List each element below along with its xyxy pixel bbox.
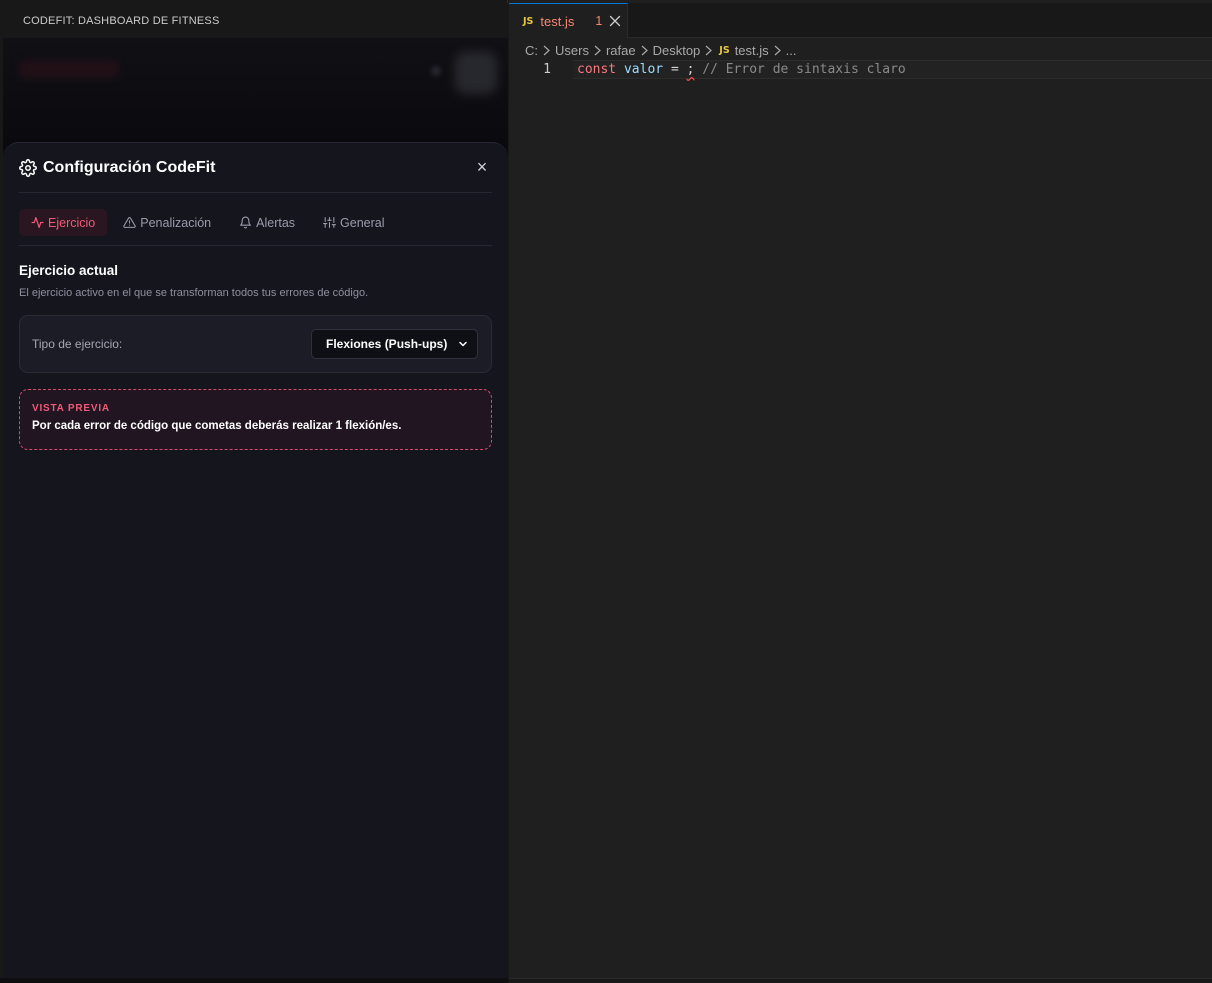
warning-triangle-icon <box>123 216 136 229</box>
bell-icon <box>239 216 252 229</box>
tab-penalizacion[interactable]: Penalización <box>111 209 223 236</box>
tab-label: Ejercicio <box>48 215 96 230</box>
tab-label: General <box>340 215 385 230</box>
code-variable: valor <box>623 62 664 77</box>
settings-modal: Configuración CodeFit × Ejercicio Penali… <box>3 142 508 978</box>
breadcrumb-more[interactable]: ... <box>786 43 797 58</box>
exercise-type-select[interactable]: Flexiones (Push-ups) <box>311 329 478 359</box>
section-title: Ejercicio actual <box>19 263 119 278</box>
settings-tabs: Ejercicio Penalización Alertas General <box>19 209 492 246</box>
codefit-panel: CODEFIT: DASHBOARD DE FITNESS Configurac… <box>0 0 508 983</box>
chevron-right-icon <box>704 45 713 56</box>
tab-general[interactable]: General <box>311 209 396 236</box>
editor-bottom-strip <box>509 978 1212 983</box>
blurred-dashboard-header <box>3 38 508 148</box>
editor-tab-filename: test.js <box>540 13 575 29</box>
tab-label: Penalización <box>140 215 212 230</box>
blurred-logo <box>19 60 119 78</box>
exercise-type-card: Tipo de ejercicio: Flexiones (Push-ups) <box>19 315 492 373</box>
breadcrumb-file[interactable]: test.js <box>735 43 769 58</box>
preview-label: VISTA PREVIA <box>32 403 110 414</box>
panel-bottom-strip <box>0 978 508 983</box>
close-icon[interactable] <box>609 15 621 27</box>
breadcrumb-item[interactable]: Desktop <box>653 43 701 58</box>
chevron-right-icon <box>773 45 782 56</box>
modal-title: Configuración CodeFit <box>43 158 216 176</box>
tab-ejercicio[interactable]: Ejercicio <box>19 209 108 236</box>
modal-header: Configuración CodeFit × <box>19 143 492 193</box>
sliders-icon <box>323 216 337 229</box>
blurred-icon <box>431 66 441 76</box>
code-text[interactable]: const valor = ; // Error de sintaxis cla… <box>577 62 906 77</box>
exercise-type-label: Tipo de ejercicio: <box>32 337 123 351</box>
chevron-down-icon <box>457 338 469 350</box>
close-button[interactable]: × <box>472 157 492 177</box>
breadcrumb-item[interactable]: Users <box>555 43 589 58</box>
editor-tab-bar: JS test.js 1 <box>509 3 1212 38</box>
code-line[interactable]: 1 const valor = ; // Error de sintaxis c… <box>509 60 1212 79</box>
javascript-file-icon: JS <box>523 15 534 27</box>
breadcrumb-item[interactable]: C: <box>525 43 538 58</box>
preview-text: Por cada error de código que cometas deb… <box>32 420 402 432</box>
chevron-right-icon <box>593 45 602 56</box>
code-keyword: const <box>577 62 617 77</box>
code-comment: // Error de sintaxis claro <box>702 62 906 77</box>
preview-box: VISTA PREVIA Por cada error de código qu… <box>19 389 492 450</box>
codefit-webview: Configuración CodeFit × Ejercicio Penali… <box>3 38 508 978</box>
line-number: 1 <box>543 62 551 77</box>
activity-icon <box>31 216 44 229</box>
code-editor: JS test.js 1 C: Users rafae Desktop JS t… <box>509 0 1212 983</box>
tab-alertas[interactable]: Alertas <box>227 209 307 236</box>
panel-title: CODEFIT: DASHBOARD DE FITNESS <box>0 3 508 38</box>
chevron-right-icon <box>640 45 649 56</box>
blurred-avatar <box>455 52 497 94</box>
tab-label: Alertas <box>256 215 296 230</box>
problems-count-badge: 1 <box>595 14 603 28</box>
javascript-file-icon: JS <box>719 44 730 56</box>
breadcrumb: C: Users rafae Desktop JS test.js ... <box>525 40 797 60</box>
section-description: El ejercicio activo en el que se transfo… <box>19 287 369 299</box>
editor-tab-test-js[interactable]: JS test.js 1 <box>509 3 628 38</box>
breadcrumb-item[interactable]: rafae <box>606 43 636 58</box>
exercise-selected-value: Flexiones (Push-ups) <box>326 337 448 351</box>
chevron-right-icon <box>542 45 551 56</box>
syntax-error-token: ; <box>686 62 695 77</box>
gear-icon <box>19 158 37 177</box>
code-operator: = <box>670 62 679 77</box>
